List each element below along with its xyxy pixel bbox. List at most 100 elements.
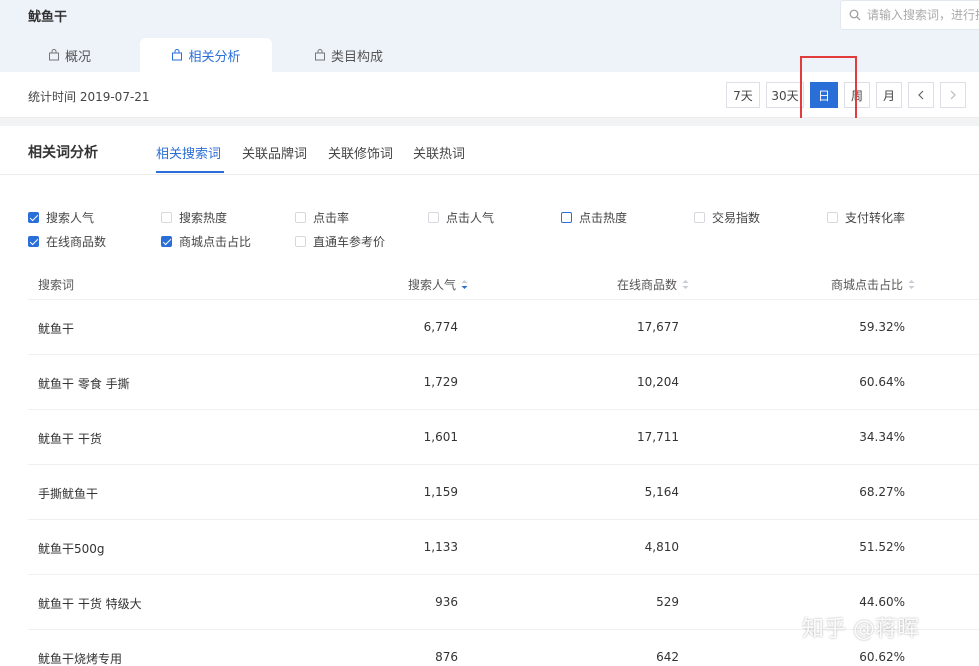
related-words-section: 相关词分析 相关搜索词 关联品牌词 关联修饰词 关联热词 搜索人气 搜索热度 点… [0, 126, 979, 666]
metric-search-popularity[interactable]: 搜索人气 [28, 209, 94, 226]
chevron-right-icon [950, 90, 956, 100]
metric-label: 在线商品数 [46, 235, 107, 249]
metric-label: 搜索人气 [46, 211, 95, 225]
table-row[interactable]: 鱿鱼干 6,774 17,677 59.32% [28, 300, 979, 355]
col-search-popularity[interactable]: 搜索人气 [408, 276, 468, 293]
search-box[interactable] [840, 0, 979, 30]
metric-click-popularity[interactable]: 点击人气 [428, 209, 494, 226]
checkbox-checked[interactable] [28, 212, 39, 223]
cell-products: 4,810 [644, 540, 679, 554]
metric-online-products[interactable]: 在线商品数 [28, 233, 106, 250]
cell-popularity: 876 [435, 650, 458, 664]
period-7d-button[interactable]: 7天 [726, 82, 760, 108]
subtab-brand[interactable]: 关联品牌词 [242, 143, 307, 162]
next-button[interactable] [940, 82, 966, 108]
cell-click-ratio: 60.64% [859, 375, 905, 389]
cell-word: 鱿鱼干 零食 手撕 [38, 377, 130, 391]
metric-label: 支付转化率 [845, 211, 906, 225]
subtab-related-search[interactable]: 相关搜索词 [156, 143, 221, 162]
cell-products: 642 [656, 650, 679, 664]
cell-popularity: 936 [435, 595, 458, 609]
search-icon [849, 9, 861, 21]
col-mall-click-ratio[interactable]: 商城点击占比 [831, 276, 915, 293]
cell-products: 529 [656, 595, 679, 609]
cell-word: 鱿鱼干 干货 [38, 432, 102, 446]
tab-overview-label: 概况 [65, 49, 92, 65]
period-month-button[interactable]: 月 [876, 82, 902, 108]
cell-word: 鱿鱼干烧烤专用 [38, 652, 123, 666]
checkbox[interactable] [827, 212, 838, 223]
checkbox[interactable] [561, 212, 572, 223]
metric-label: 点击率 [313, 211, 350, 225]
period-30d-button[interactable]: 30天 [766, 82, 804, 108]
checkbox[interactable] [295, 212, 306, 223]
tab-category[interactable]: 类目构成 [314, 38, 383, 72]
metric-trade-index[interactable]: 交易指数 [694, 209, 760, 226]
metric-click-heat[interactable]: 点击热度 [561, 209, 627, 226]
stat-time: 统计时间 2019-07-21 [28, 90, 150, 104]
chevron-left-icon [918, 90, 924, 100]
period-day-button[interactable]: 日 [810, 82, 838, 108]
metric-conversion-rate[interactable]: 支付转化率 [827, 209, 905, 226]
subtab-underline [156, 171, 224, 173]
col-search-word: 搜索词 [38, 278, 75, 292]
metric-label: 点击热度 [579, 211, 628, 225]
cell-popularity: 1,133 [423, 540, 458, 554]
checkbox-checked[interactable] [161, 236, 172, 247]
metric-ad-price[interactable]: 直通车参考价 [295, 233, 385, 250]
bag-icon [172, 49, 183, 61]
col-label: 在线商品数 [617, 278, 678, 292]
metric-label: 交易指数 [712, 211, 761, 225]
period-week-button[interactable]: 周 [844, 82, 870, 108]
metric-mall-click-ratio[interactable]: 商城点击占比 [161, 233, 251, 250]
cell-products: 5,164 [644, 485, 679, 499]
cell-click-ratio: 34.34% [859, 430, 905, 444]
cell-word: 鱿鱼干 干货 特级大 [38, 597, 142, 611]
tab-related-analysis-label: 相关分析 [188, 49, 241, 65]
section-gap [0, 118, 979, 126]
cell-popularity: 1,159 [423, 485, 458, 499]
tab-overview[interactable]: 概况 [48, 38, 91, 72]
col-label: 商城点击占比 [831, 278, 904, 292]
col-label: 搜索人气 [408, 278, 457, 292]
cell-products: 17,677 [637, 320, 679, 334]
section-divider [0, 174, 979, 175]
cell-popularity: 1,601 [423, 430, 458, 444]
sort-desc-icon [461, 280, 468, 289]
watermark: 知乎 @蒋晖 [802, 617, 919, 642]
table-row[interactable]: 鱿鱼干500g 1,133 4,810 51.52% [28, 520, 979, 575]
table-row[interactable]: 鱿鱼干 零食 手撕 1,729 10,204 60.64% [28, 355, 979, 410]
table-row[interactable]: 手撕鱿鱼干 1,159 5,164 68.27% [28, 465, 979, 520]
search-input[interactable] [867, 8, 979, 22]
sort-icon [682, 280, 689, 289]
checkbox[interactable] [295, 236, 306, 247]
metric-label: 商城点击占比 [179, 235, 252, 249]
subtab-modifier[interactable]: 关联修饰词 [328, 143, 393, 162]
cell-word: 鱿鱼干500g [38, 542, 105, 556]
section-title: 相关词分析 [28, 145, 98, 161]
metric-search-heat[interactable]: 搜索热度 [161, 209, 227, 226]
tab-category-label: 类目构成 [331, 49, 384, 65]
keyword-title: 鱿鱼干 [28, 10, 68, 25]
col-online-products[interactable]: 在线商品数 [617, 276, 689, 293]
cell-click-ratio: 51.52% [859, 540, 905, 554]
main-tabs: 概况 相关分析 类目构成 [0, 38, 979, 72]
metric-click-rate[interactable]: 点击率 [295, 209, 349, 226]
tab-related-analysis[interactable]: 相关分析 [140, 38, 272, 72]
top-bar: 鱿鱼干 概况 相关分析 类目构成 [0, 0, 979, 72]
checkbox[interactable] [428, 212, 439, 223]
cell-popularity: 1,729 [423, 375, 458, 389]
subtab-hot[interactable]: 关联热词 [413, 143, 465, 162]
cell-click-ratio: 68.27% [859, 485, 905, 499]
table-header: 搜索词 搜索人气 在线商品数 商城点击占比 [28, 266, 979, 300]
metric-label: 直通车参考价 [313, 235, 386, 249]
checkbox-checked[interactable] [28, 236, 39, 247]
table-row[interactable]: 鱿鱼干 干货 1,601 17,711 34.34% [28, 410, 979, 465]
bag-icon [49, 49, 59, 61]
cell-word: 鱿鱼干 [38, 322, 75, 336]
date-bar: 统计时间 2019-07-21 7天 30天 日 周 月 [0, 72, 979, 118]
checkbox[interactable] [161, 212, 172, 223]
cell-click-ratio: 44.60% [859, 595, 905, 609]
prev-button[interactable] [908, 82, 934, 108]
checkbox[interactable] [694, 212, 705, 223]
